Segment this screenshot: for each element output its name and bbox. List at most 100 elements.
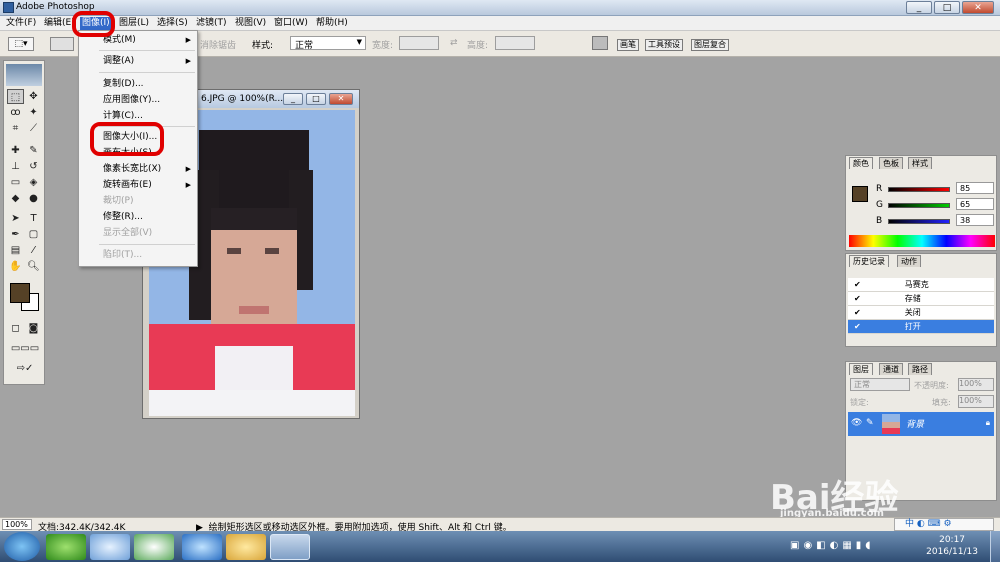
history-panel: 历史记录 动作 ✔ 马赛克 ✔ 存储 ✔ 关闭 ✔ 打开 [845, 253, 997, 347]
eye-icon[interactable]: 👁︎ [851, 418, 862, 428]
menu-item-duplicate[interactable]: 复制(D)... [103, 78, 144, 91]
style-select[interactable]: 正常 ▼ [290, 36, 366, 51]
path-select-icon[interactable]: ➤ [7, 211, 24, 226]
close-button[interactable]: ✕ [962, 1, 994, 14]
swap-icon[interactable]: ⇄ [450, 38, 458, 48]
shape-tool-icon[interactable]: ▢ [25, 227, 42, 242]
screen-mode-icons[interactable]: ▭▭▭ [7, 341, 43, 356]
menu-select[interactable]: 选择(S) [155, 17, 190, 30]
menu-window[interactable]: 窗口(W) [272, 17, 310, 30]
tab-paths[interactable]: 路径 [908, 363, 932, 375]
type-tool-icon[interactable]: T [25, 211, 42, 226]
menu-item-crop[interactable]: 裁切(P) [103, 195, 133, 208]
standard-mode-icon[interactable]: ◻ [7, 321, 24, 336]
pen-tool-icon[interactable]: ✒ [7, 227, 24, 242]
crop-tool-icon[interactable]: ⌗ [7, 121, 24, 136]
folder-taskbar-icon[interactable] [226, 534, 266, 560]
menu-file[interactable]: 文件(F) [4, 17, 38, 30]
menu-layer[interactable]: 图层(L) [117, 17, 151, 30]
notes-tool-icon[interactable]: ▤ [7, 243, 24, 258]
layer-row-background[interactable]: 👁︎ ✎ 背景 🔒︎ [848, 412, 994, 436]
history-item[interactable]: ✔ 马赛克 [848, 278, 994, 292]
slice-tool-icon[interactable]: ⟋ [25, 121, 42, 136]
r-slider[interactable] [888, 187, 950, 192]
menu-item-apply-image[interactable]: 应用图像(Y)... [103, 94, 160, 107]
jump-to-imageready-icon[interactable]: ⇨✓ [7, 361, 43, 376]
system-tray-icons[interactable]: ▣◉◧◐▦▮◖ [790, 540, 875, 551]
move-tool-icon[interactable]: ✥ [25, 89, 42, 104]
opacity-input[interactable]: 100% [958, 378, 994, 391]
show-desktop-button[interactable] [990, 531, 1000, 562]
tab-swatches[interactable]: 色板 [879, 157, 903, 169]
tab-layers[interactable]: 图层 [849, 363, 873, 375]
g-value[interactable]: 65 [956, 198, 994, 210]
photoshop-taskbar-icon[interactable] [270, 534, 310, 560]
menu-item-rotate-canvas[interactable]: 旋转画布(E) [103, 179, 152, 192]
menu-help[interactable]: 帮助(H) [314, 17, 350, 30]
windows-start-button[interactable] [4, 532, 40, 561]
r-value[interactable]: 85 [956, 182, 994, 194]
explorer-window-taskbar-icon[interactable] [90, 534, 130, 560]
history-item[interactable]: ✔ 关闭 [848, 306, 994, 320]
history-item[interactable]: ✔ 存储 [848, 292, 994, 306]
tab-actions[interactable]: 动作 [897, 255, 921, 267]
menu-filter[interactable]: 滤镜(T) [194, 17, 229, 30]
marquee-tool-icon[interactable]: ⬚ [7, 89, 24, 104]
browser-360-taskbar-icon[interactable] [134, 534, 174, 560]
zoom-input[interactable]: 100% [2, 519, 32, 530]
foreground-color-swatch[interactable] [10, 283, 30, 303]
eyedropper-icon[interactable]: ⁄ [25, 243, 42, 258]
palette-well-icon[interactable] [592, 36, 608, 50]
dodge-tool-icon[interactable]: ● [25, 191, 42, 206]
blend-mode-select[interactable]: 正常 [850, 378, 910, 391]
menu-view[interactable]: 视图(V) [233, 17, 268, 30]
history-brush-icon[interactable]: ↺ [25, 159, 42, 174]
tab-styles[interactable]: 样式 [908, 157, 932, 169]
menu-item-trap[interactable]: 陷印(T)... [103, 249, 142, 262]
doc-close-button[interactable]: ✕ [329, 93, 353, 105]
zoom-tool-icon[interactable]: 🔍︎ [25, 259, 42, 274]
clone-stamp-icon[interactable]: ⊥ [7, 159, 24, 174]
maximize-button[interactable]: □ [934, 1, 960, 14]
marquee-preset-icon[interactable]: ⬚▾ [8, 37, 34, 51]
g-slider[interactable] [888, 203, 950, 208]
tab-history[interactable]: 历史记录 [849, 255, 889, 267]
doc-minimize-button[interactable]: _ [283, 93, 303, 105]
height-label: 高度: [467, 41, 489, 51]
menu-item-reveal-all[interactable]: 显示全部(V) [103, 227, 152, 240]
tab-tool-presets[interactable]: 工具预设 [645, 39, 683, 51]
color-panel-foreground-swatch[interactable] [852, 186, 868, 202]
fill-input[interactable]: 100% [958, 395, 994, 408]
media-player-taskbar-icon[interactable] [46, 534, 86, 560]
doc-maximize-button[interactable]: □ [306, 93, 326, 105]
height-input[interactable] [495, 36, 535, 50]
healing-brush-icon[interactable]: ✚ [7, 143, 24, 158]
internet-explorer-taskbar-icon[interactable] [182, 534, 222, 560]
tab-brushes[interactable]: 画笔 [617, 39, 639, 51]
brush-tool-icon[interactable]: ✎ [25, 143, 42, 158]
tab-color[interactable]: 颜色 [849, 157, 873, 169]
history-item-selected[interactable]: ✔ 打开 [848, 320, 994, 334]
hand-tool-icon[interactable]: ✋ [7, 259, 24, 274]
input-method-bar[interactable]: 中 ◐ ⌨ ⚙ [894, 518, 994, 531]
clock[interactable]: 20:17 2016/11/13 [926, 534, 978, 558]
lasso-tool-icon[interactable]: ꝏ [7, 105, 24, 120]
b-slider[interactable] [888, 219, 950, 224]
magic-wand-icon[interactable]: ✦ [25, 105, 42, 120]
width-input[interactable] [399, 36, 439, 50]
menu-item-adjust[interactable]: 调整(A) [103, 55, 134, 68]
quickmask-mode-icon[interactable]: ◙ [25, 321, 42, 336]
selection-mode-icons[interactable] [50, 37, 74, 51]
photoshop-app-icon [3, 2, 14, 13]
minimize-button[interactable]: _ [906, 1, 932, 14]
adobe-feather-logo[interactable] [6, 64, 42, 86]
color-spectrum-bar[interactable] [849, 235, 995, 247]
eraser-tool-icon[interactable]: ▭ [7, 175, 24, 190]
paint-bucket-icon[interactable]: ◈ [25, 175, 42, 190]
blur-tool-icon[interactable]: ◆ [7, 191, 24, 206]
tab-layer-comps[interactable]: 图层复合 [691, 39, 729, 51]
menu-item-trim[interactable]: 修整(R)... [103, 211, 143, 224]
menu-item-pixel-aspect[interactable]: 像素长宽比(X) [103, 163, 161, 176]
tab-channels[interactable]: 通道 [879, 363, 903, 375]
b-value[interactable]: 38 [956, 214, 994, 226]
